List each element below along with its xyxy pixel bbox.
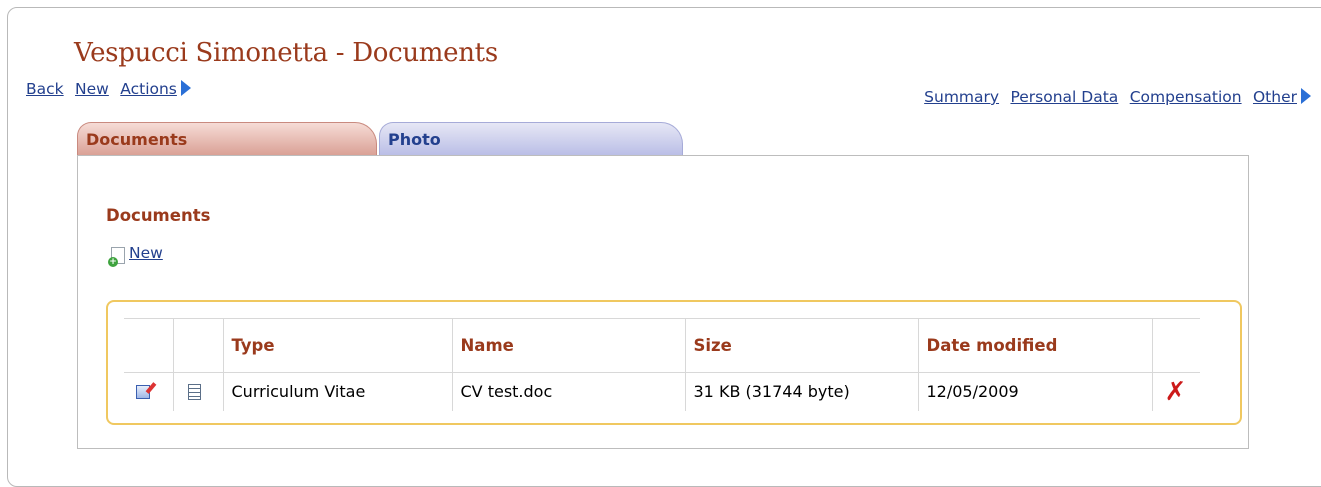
compensation-link[interactable]: Compensation — [1130, 88, 1242, 106]
name-cell: CV test.doc — [451, 372, 685, 411]
date-cell: 12/05/2009 — [917, 372, 1152, 411]
page-title: Vespucci Simonetta - Documents — [74, 38, 498, 68]
nav-sections: Summary Personal Data Compensation Other — [924, 87, 1311, 107]
back-link[interactable]: Back — [26, 80, 64, 98]
edit-icon[interactable] — [136, 385, 150, 400]
summary-link[interactable]: Summary — [924, 88, 999, 106]
type-cell: Curriculum Vitae — [222, 372, 452, 411]
new-document-icon: + — [108, 247, 125, 267]
delete-cell: ✗ — [1151, 372, 1200, 411]
tab-documents[interactable]: Documents — [77, 122, 377, 156]
delete-column-header — [1151, 318, 1200, 373]
name-column-header: Name — [451, 318, 685, 373]
edit-cell — [124, 373, 173, 411]
tab-photo[interactable]: Photo — [379, 122, 683, 156]
other-link[interactable]: Other — [1253, 88, 1297, 106]
size-column-header: Size — [684, 318, 918, 373]
table-row: Curriculum Vitae CV test.doc 31 KB (3174… — [124, 372, 1200, 411]
document-cell — [172, 372, 223, 411]
personal-data-link[interactable]: Personal Data — [1010, 88, 1118, 106]
table-header-row: Type Name Size Date modified — [124, 318, 1200, 373]
doc-column-header — [172, 318, 223, 373]
date-column-header: Date modified — [917, 318, 1152, 373]
new-link[interactable]: New — [75, 80, 109, 98]
new-document-label[interactable]: New — [129, 244, 163, 262]
arrow-right-icon[interactable] — [180, 80, 191, 96]
nav-actions: Back New Actions — [26, 79, 191, 99]
new-document-link[interactable]: + New — [108, 243, 163, 267]
section-title: Documents — [106, 206, 211, 225]
actions-link[interactable]: Actions — [120, 80, 177, 98]
size-cell: 31 KB (31744 byte) — [684, 372, 918, 411]
edit-column-header — [124, 318, 173, 373]
document-icon[interactable] — [187, 384, 201, 401]
arrow-right-icon[interactable] — [1301, 88, 1311, 104]
documents-table: Type Name Size Date modified Curriculum … — [124, 318, 1200, 411]
delete-icon[interactable]: ✗ — [1165, 377, 1187, 407]
type-column-header: Type — [222, 318, 452, 373]
